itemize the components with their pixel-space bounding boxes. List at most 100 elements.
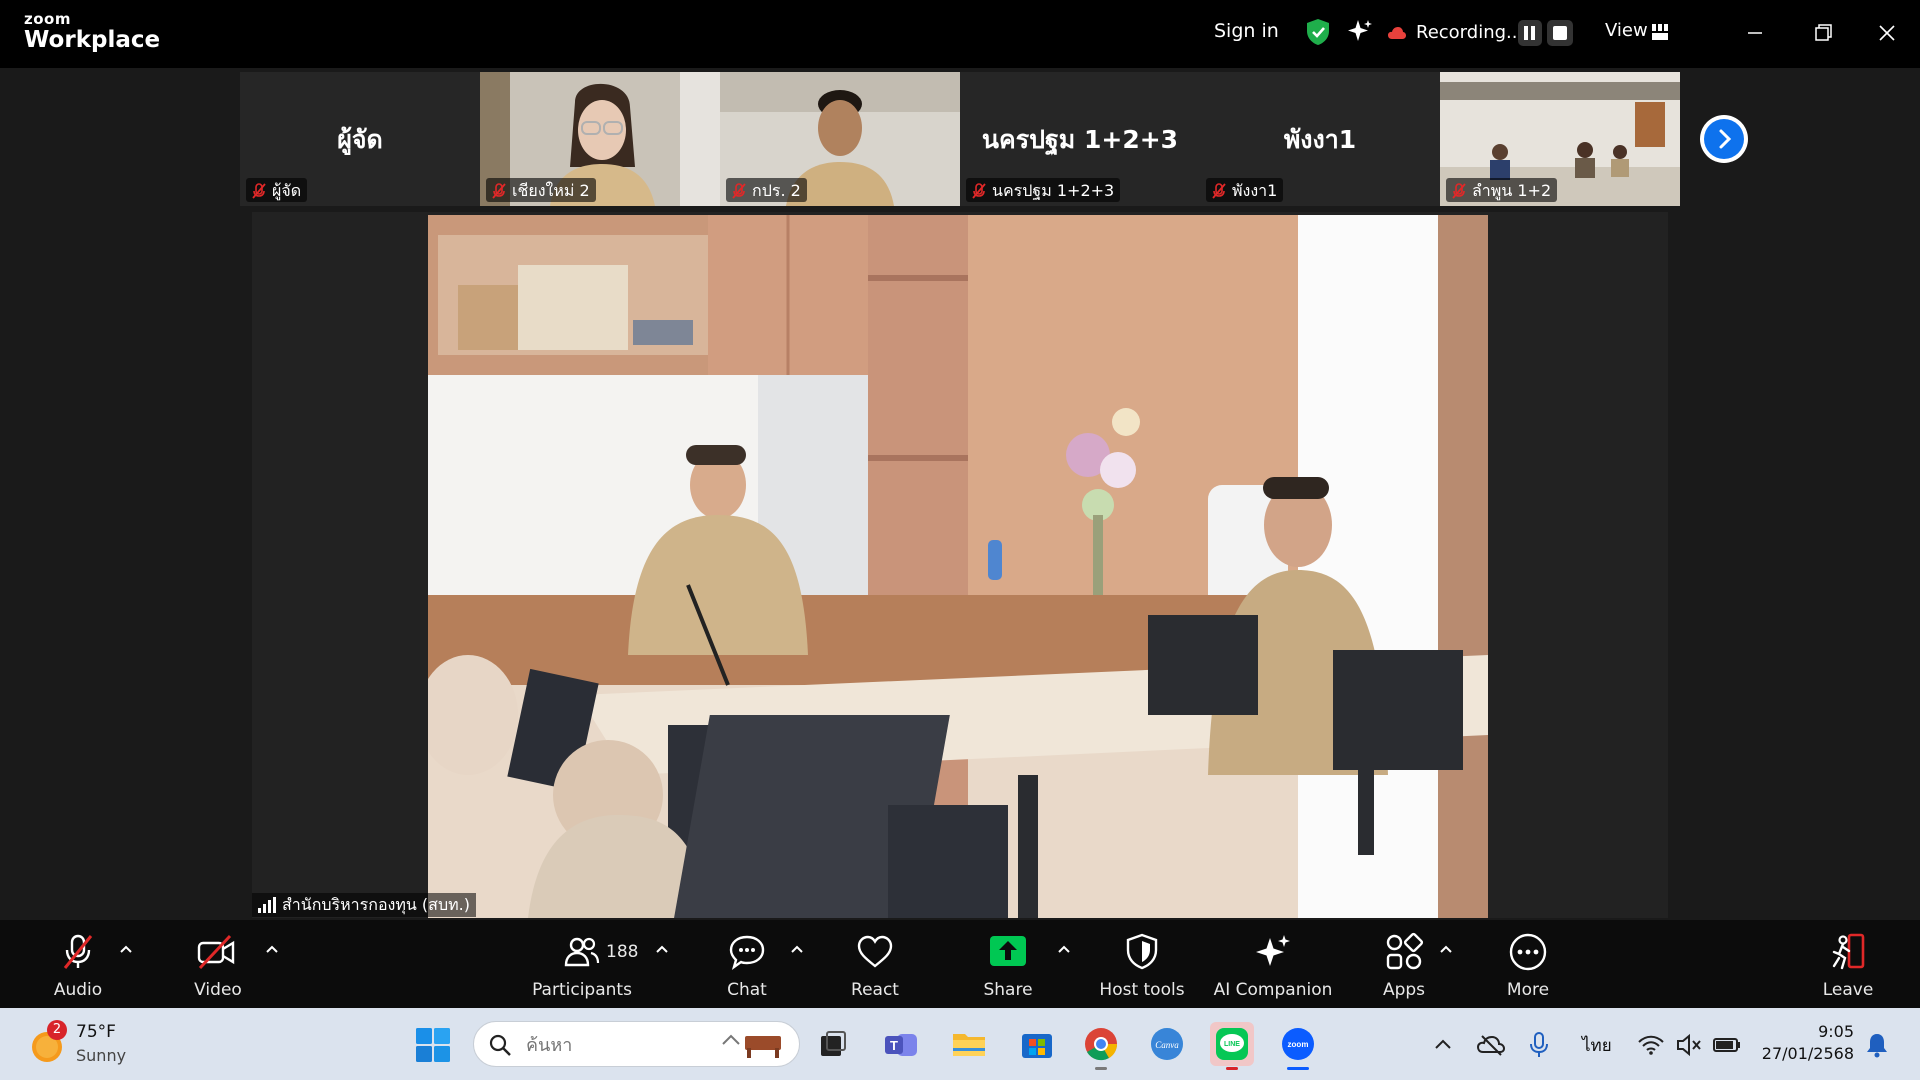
video-button[interactable]: Video bbox=[178, 920, 258, 1008]
host-tools-button[interactable]: Host tools bbox=[1092, 920, 1192, 1008]
speaker-muted-icon[interactable] bbox=[1674, 1030, 1704, 1060]
leave-button[interactable]: Leave bbox=[1808, 920, 1888, 1008]
react-button[interactable]: React bbox=[835, 920, 915, 1008]
show-hidden-icons-chevron-icon[interactable] bbox=[1428, 1030, 1458, 1060]
app-logo: zoom Workplace bbox=[24, 12, 160, 52]
svg-text:T: T bbox=[890, 1038, 898, 1053]
mic-muted-icon bbox=[1452, 183, 1466, 199]
mic-muted-icon bbox=[972, 183, 986, 199]
taskbar-app-zoom[interactable]: zoom bbox=[1276, 1022, 1320, 1070]
canva-icon: Canva bbox=[1151, 1028, 1183, 1060]
grid-view-icon[interactable] bbox=[1652, 24, 1668, 40]
chat-button[interactable]: Chat bbox=[707, 920, 787, 1008]
heart-icon bbox=[857, 935, 893, 968]
svg-text:LINE: LINE bbox=[1224, 1041, 1240, 1048]
mic-muted-icon bbox=[63, 934, 93, 969]
svg-text:Canva: Canva bbox=[1155, 1040, 1179, 1050]
active-speaker-name: สำนักบริหารกองทุน (สบท.) bbox=[282, 894, 470, 914]
apps-options-caret-icon[interactable] bbox=[1439, 944, 1453, 954]
participant-tile[interactable]: ผู้จัด ผู้จัด bbox=[240, 72, 480, 206]
battery-icon[interactable] bbox=[1712, 1030, 1742, 1060]
weather-temperature[interactable]: 75°F bbox=[76, 1022, 116, 1042]
pause-recording-button[interactable] bbox=[1518, 20, 1542, 46]
video-options-caret-icon[interactable] bbox=[265, 944, 279, 954]
share-screen-icon bbox=[990, 936, 1026, 966]
taskbar-app-task-view[interactable] bbox=[811, 1022, 855, 1066]
audio-options-caret-icon[interactable] bbox=[119, 944, 133, 954]
notification-bell-icon[interactable] bbox=[1862, 1030, 1892, 1060]
taskbar-search-box[interactable] bbox=[473, 1021, 800, 1067]
mic-muted-icon bbox=[1212, 183, 1226, 199]
task-view-icon bbox=[821, 1031, 846, 1056]
taskbar-app-chrome[interactable] bbox=[1079, 1022, 1123, 1070]
ai-companion-button[interactable]: AI Companion bbox=[1208, 920, 1338, 1008]
gallery-next-button[interactable] bbox=[1700, 115, 1748, 163]
tile-label-text: ผู้จัด bbox=[272, 180, 302, 200]
svg-text:zoom: zoom bbox=[1288, 1040, 1309, 1049]
participant-tile[interactable]: พังงา1 พังงา1 bbox=[1200, 72, 1440, 206]
microphone-in-use-icon[interactable] bbox=[1524, 1030, 1554, 1060]
participant-tile[interactable]: นครปฐม 1+2+3 นครปฐม 1+2+3 bbox=[960, 72, 1200, 206]
taskbar-app-microsoft-store[interactable] bbox=[1015, 1022, 1059, 1066]
tile-label: ลำพูน 1+2 bbox=[1446, 178, 1558, 202]
video-off-icon bbox=[197, 934, 235, 970]
stop-recording-button[interactable] bbox=[1547, 20, 1573, 46]
taskbar-app-line[interactable]: LINE bbox=[1210, 1022, 1254, 1070]
running-indicator bbox=[1287, 1067, 1309, 1070]
teams-icon: T bbox=[885, 1034, 917, 1056]
react-label: React bbox=[851, 980, 899, 1000]
chat-options-caret-icon[interactable] bbox=[790, 944, 804, 954]
tile-label-text: นครปฐม 1+2+3 bbox=[992, 180, 1115, 200]
store-icon bbox=[1022, 1034, 1052, 1058]
tile-label-text: กปร. 2 bbox=[752, 180, 801, 200]
meeting-toolbar: Audio Video 188 Participants Chat React … bbox=[0, 920, 1920, 1008]
participant-tile[interactable]: เชียงใหม่ 2 bbox=[480, 72, 720, 206]
minimize-window-icon[interactable] bbox=[1740, 18, 1770, 48]
clock-time: 9:05 bbox=[1818, 1022, 1854, 1041]
audio-button[interactable]: Audio bbox=[38, 920, 118, 1008]
apps-button[interactable]: Apps bbox=[1364, 920, 1444, 1008]
more-button[interactable]: More bbox=[1488, 920, 1568, 1008]
clock-date: 27/01/2568 bbox=[1761, 1044, 1854, 1063]
onedrive-offline-icon[interactable] bbox=[1476, 1030, 1506, 1060]
apps-grid-icon bbox=[1386, 932, 1424, 970]
leave-label: Leave bbox=[1822, 980, 1874, 1000]
taskbar-app-teams[interactable]: T bbox=[879, 1022, 923, 1066]
search-input[interactable] bbox=[526, 1032, 706, 1058]
ai-companion-label: AI Companion bbox=[1213, 980, 1333, 1000]
view-button[interactable]: View bbox=[1605, 20, 1648, 41]
input-language-indicator[interactable]: ไทย bbox=[1582, 1032, 1612, 1059]
share-options-caret-icon[interactable] bbox=[1057, 944, 1071, 954]
restore-window-icon[interactable] bbox=[1808, 18, 1838, 48]
folder-icon bbox=[953, 1034, 985, 1056]
wifi-icon[interactable] bbox=[1636, 1030, 1666, 1060]
tile-display-name: พังงา1 bbox=[1283, 125, 1357, 154]
participants-options-caret-icon[interactable] bbox=[655, 944, 669, 954]
tile-label: นครปฐม 1+2+3 bbox=[966, 178, 1121, 202]
sign-in-button[interactable]: Sign in bbox=[1214, 20, 1279, 42]
participants-icon bbox=[564, 937, 600, 967]
participants-button[interactable]: 188 Participants bbox=[522, 920, 642, 1008]
close-window-icon[interactable] bbox=[1872, 18, 1902, 48]
system-clock[interactable]: 9:05 27/01/2568 bbox=[1758, 1021, 1854, 1065]
active-speaker-video bbox=[428, 215, 1488, 918]
tile-label-text: ลำพูน 1+2 bbox=[1472, 180, 1552, 200]
brand-large: Workplace bbox=[24, 27, 161, 53]
taskbar-app-canva[interactable]: Canva bbox=[1145, 1022, 1189, 1066]
share-button[interactable]: Share bbox=[968, 920, 1048, 1008]
weather-description[interactable]: Sunny bbox=[76, 1046, 126, 1065]
taskbar-app-file-explorer[interactable] bbox=[947, 1022, 991, 1066]
tile-label: กปร. 2 bbox=[726, 178, 807, 202]
apps-label: Apps bbox=[1382, 980, 1426, 1000]
windows-start-icon[interactable] bbox=[414, 1026, 452, 1064]
participant-tile[interactable]: กปร. 2 bbox=[720, 72, 960, 206]
host-tools-label: Host tools bbox=[1099, 980, 1185, 1000]
participant-tile[interactable]: ลำพูน 1+2 bbox=[1440, 72, 1680, 206]
leave-door-icon bbox=[1832, 933, 1865, 970]
mic-muted-icon bbox=[732, 183, 746, 199]
tile-label: ผู้จัด bbox=[246, 178, 308, 202]
encryption-shield-icon[interactable] bbox=[1305, 18, 1331, 46]
ai-sparkle-icon[interactable] bbox=[1346, 18, 1374, 46]
title-bar: zoom Workplace Sign in Recording... View bbox=[0, 0, 1920, 68]
search-highlight-illustration-icon bbox=[722, 1034, 781, 1058]
